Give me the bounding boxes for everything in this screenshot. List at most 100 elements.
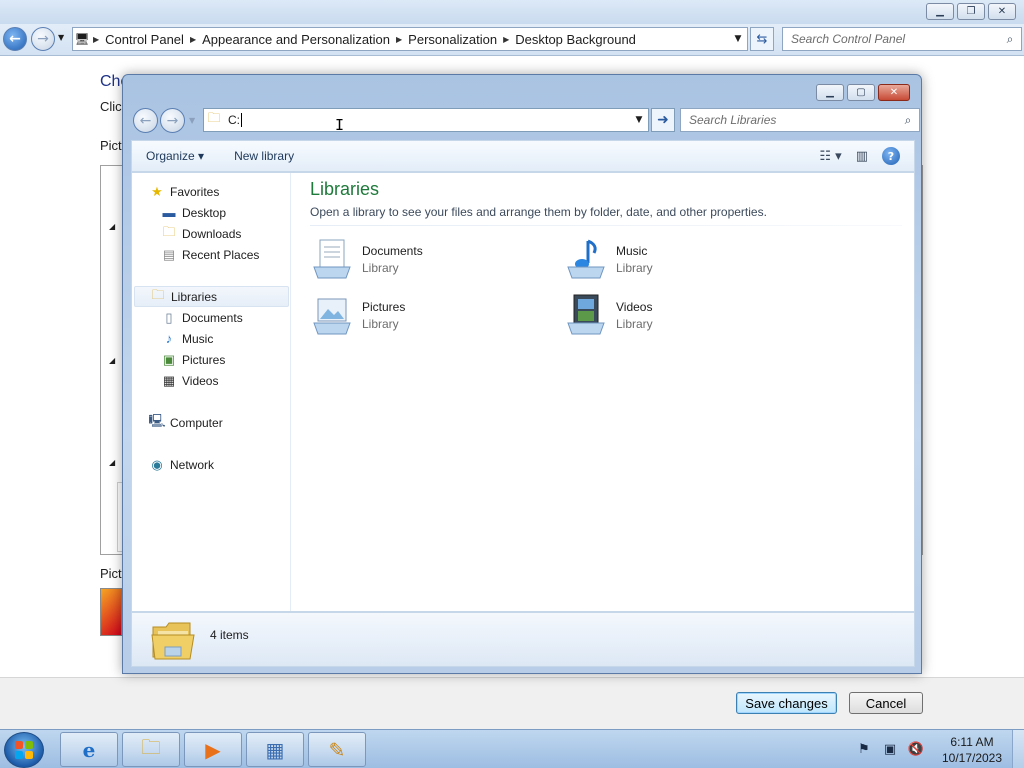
star-icon: ★	[151, 183, 163, 199]
breadcrumb-separator-icon[interactable]: ▶	[188, 35, 198, 44]
help-icon[interactable]: ?	[882, 147, 900, 165]
close-button[interactable]: ✕	[988, 3, 1016, 20]
group-collapse-icon[interactable]: ◢	[109, 458, 115, 467]
recent-pages-chevron-icon[interactable]: ▼	[189, 116, 195, 125]
breadcrumb-separator-icon[interactable]: ▶	[501, 35, 511, 44]
forward-button[interactable]: →	[31, 27, 55, 51]
desktop-icon: ▬	[162, 205, 176, 220]
breadcrumb-separator-icon[interactable]: ▶	[91, 35, 101, 44]
control-panel-search[interactable]: Search Control Panel ⌕	[782, 27, 1022, 51]
computer-icon: 🖳	[148, 412, 166, 428]
change-view-icon[interactable]: ☷ ▾	[819, 149, 841, 164]
nav-pictures[interactable]: ▣ Pictures	[160, 349, 226, 370]
dialog-back-button[interactable]: ←	[133, 108, 158, 133]
browse-libraries-dialog: ▁ ▢ ✕ ← → ▼ 🗀 C: ▼ ➜ Search Libraries ⌕ …	[122, 74, 922, 674]
pictures-icon: ▣	[162, 351, 176, 367]
nav-label: Desktop	[182, 205, 227, 220]
dialog-maximize-button[interactable]: ▢	[847, 84, 875, 101]
volume-muted-icon[interactable]: 🔇	[906, 742, 926, 757]
libraries-title: Libraries	[310, 179, 380, 199]
group-collapse-icon[interactable]: ◢	[109, 222, 115, 231]
nav-desktop[interactable]: ▬ Desktop	[160, 202, 227, 223]
new-library-button[interactable]: New library	[218, 149, 308, 163]
address-bar[interactable]: 🖥 ▶ Control Panel ▶ Appearance and Perso…	[72, 27, 748, 51]
address-dropdown-icon[interactable]: ▼	[630, 115, 648, 125]
library-music[interactable]: Music Library	[562, 235, 802, 283]
dialog-address-wrapper: 🗀 C: ▼	[203, 108, 649, 132]
group-collapse-icon[interactable]: ◢	[109, 356, 115, 365]
network-tray-icon[interactable]: ▣	[880, 742, 900, 757]
recent-pages-chevron-icon[interactable]: ▼	[58, 33, 64, 42]
dialog-close-button[interactable]: ✕	[878, 84, 910, 101]
dialog-minimize-button[interactable]: ▁	[816, 84, 844, 101]
organize-menu[interactable]: Organize ▾	[132, 149, 218, 163]
dialog-address-input[interactable]: 🗀 C: ▼	[203, 108, 649, 132]
nav-videos[interactable]: ▦ Videos	[160, 370, 219, 391]
forward-arrow-icon: →	[37, 31, 49, 47]
dialog-forward-button[interactable]: →	[160, 108, 185, 133]
windows-explorer-taskbar-button[interactable]: 🗀	[122, 732, 180, 767]
library-videos[interactable]: Videos Library	[562, 291, 802, 339]
paint-taskbar-button[interactable]: ✎	[308, 732, 366, 767]
dialog-toolbar: Organize ▾ New library ☷ ▾ ▥ ?	[131, 140, 915, 172]
network-icon: ◉	[151, 456, 163, 472]
control-panel-icon: ▦	[265, 737, 285, 762]
windows-explorer-icon: 🗀	[141, 734, 161, 759]
go-arrow-icon: ➜	[657, 112, 669, 128]
nav-libraries[interactable]: 🗀 Libraries	[134, 286, 289, 307]
search-icon[interactable]: ⌕	[999, 32, 1021, 47]
taskbar: e 🗀 ▶ ▦ ✎ ⚑ ▣ 🔇 6:11 AM 10/17/2023	[0, 729, 1024, 768]
address-dropdown-icon[interactable]: ▼	[729, 34, 747, 44]
show-desktop-button[interactable]	[1012, 730, 1024, 768]
details-pane: 4 items	[131, 612, 915, 667]
minimize-button[interactable]: ▁	[926, 3, 954, 20]
nav-label: Documents	[182, 310, 243, 325]
nav-music[interactable]: ♪ Music	[160, 328, 214, 349]
restore-button[interactable]: ❐	[957, 3, 985, 20]
media-player-taskbar-button[interactable]: ▶	[184, 732, 242, 767]
refresh-button[interactable]: ⇆	[750, 27, 774, 51]
back-arrow-icon: ←	[139, 112, 152, 129]
breadcrumb-control-panel[interactable]: Control Panel	[101, 32, 188, 47]
cancel-button[interactable]: Cancel	[849, 692, 923, 714]
nav-label: Downloads	[182, 226, 242, 241]
breadcrumb-personalization[interactable]: Personalization	[404, 32, 501, 47]
breadcrumb-desktop-background[interactable]: Desktop Background	[511, 32, 640, 47]
preview-pane-icon[interactable]: ▥	[856, 149, 868, 164]
library-name: Documents	[362, 243, 423, 258]
clock[interactable]: 6:11 AM 10/17/2023	[932, 734, 1012, 766]
nav-label: Music	[182, 331, 214, 346]
libraries-search[interactable]: Search Libraries ⌕	[680, 108, 920, 132]
picture-position-preview[interactable]	[100, 588, 122, 636]
item-count: 4 items	[210, 628, 249, 642]
back-button[interactable]: ←	[3, 27, 27, 51]
nav-recent-places[interactable]: ▤ Recent Places	[160, 244, 260, 265]
library-pictures[interactable]: Pictures Library	[308, 291, 548, 339]
nav-label: Favorites	[170, 184, 220, 199]
internet-explorer-icon: e	[82, 737, 96, 762]
media-player-icon: ▶	[205, 737, 221, 762]
nav-label: Pictures	[182, 352, 226, 367]
go-button[interactable]: ➜	[651, 108, 675, 132]
library-documents[interactable]: Documents Library	[308, 235, 548, 283]
search-icon[interactable]: ⌕	[897, 113, 919, 128]
save-changes-button[interactable]: Save changes	[736, 692, 837, 714]
nav-favorites[interactable]: ★ Favorites	[148, 181, 219, 202]
nav-network[interactable]: ◉ Network	[148, 454, 214, 475]
breadcrumb-appearance[interactable]: Appearance and Personalization	[198, 32, 394, 47]
nav-label: Libraries	[171, 289, 218, 304]
nav-computer[interactable]: 🖳 Computer	[148, 412, 222, 433]
videos-icon: ▦	[162, 372, 176, 388]
start-button[interactable]	[4, 732, 44, 768]
recent-places-icon: ▤	[162, 246, 176, 262]
videos-library-icon	[562, 291, 610, 339]
nav-label: Network	[170, 457, 215, 472]
control-panel-taskbar-button[interactable]: ▦	[246, 732, 304, 767]
breadcrumb-separator-icon[interactable]: ▶	[394, 35, 404, 44]
action-center-flag-icon[interactable]: ⚑	[854, 742, 874, 757]
internet-explorer-taskbar-button[interactable]: e	[60, 732, 118, 767]
library-type: Library	[616, 260, 653, 275]
nav-downloads[interactable]: 🗀 Downloads	[160, 223, 241, 244]
nav-documents[interactable]: ▯ Documents	[160, 307, 243, 328]
documents-library-icon	[308, 235, 356, 283]
